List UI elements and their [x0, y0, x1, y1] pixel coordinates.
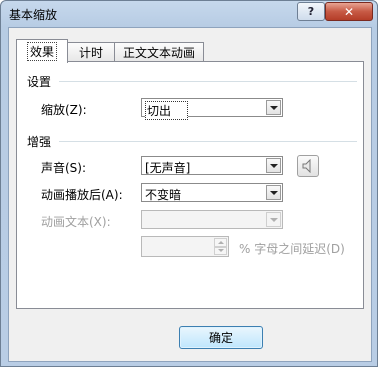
animate-text-select[interactable]: [141, 210, 283, 229]
speaker-glyph: [302, 159, 311, 173]
dialog-window: 基本缩放 ? ✕ 效果 计时 正文文本动画 设置 缩放(Z): 切出 增强 声音…: [0, 0, 378, 367]
chevron-down-icon[interactable]: [266, 212, 281, 227]
help-button[interactable]: ?: [297, 2, 325, 21]
tab-effect-label: 效果: [26, 42, 57, 61]
delay-spinner[interactable]: [141, 236, 229, 257]
settings-divider: [59, 81, 357, 82]
tab-timing[interactable]: 计时: [67, 42, 115, 62]
enhance-group-title: 增强: [27, 135, 52, 149]
dialog-client: 效果 计时 正文文本动画 设置 缩放(Z): 切出 增强 声音(S): [无声音…: [8, 27, 372, 362]
speaker-icon[interactable]: [297, 155, 319, 177]
zoom-label: 缩放(Z):: [41, 103, 87, 117]
close-button[interactable]: ✕: [325, 2, 373, 21]
tab-text-animation[interactable]: 正文文本动画: [114, 42, 204, 62]
zoom-select-value: 切出: [145, 101, 189, 120]
chevron-down-icon[interactable]: [266, 100, 281, 115]
ok-button[interactable]: 确定: [179, 326, 263, 349]
animate-text-label: 动画文本(X):: [41, 215, 111, 229]
enhance-divider: [59, 141, 357, 142]
chevron-down-icon[interactable]: [266, 158, 281, 173]
spin-down-icon[interactable]: [214, 246, 227, 255]
window-title: 基本缩放: [9, 8, 58, 22]
zoom-select[interactable]: 切出: [141, 98, 283, 120]
after-animation-value: 不变暗: [145, 188, 182, 202]
tab-effect[interactable]: 效果: [16, 39, 68, 63]
sound-select-value: [无声音]: [145, 161, 191, 175]
spin-up-icon[interactable]: [214, 238, 227, 247]
tab-text-animation-label: 正文文本动画: [122, 46, 195, 60]
chevron-down-icon[interactable]: [266, 185, 281, 200]
delay-label: % 字母之间延迟(D): [239, 242, 345, 256]
after-animation-label: 动画播放后(A):: [41, 188, 123, 202]
sound-select[interactable]: [无声音]: [141, 156, 283, 175]
tab-timing-label: 计时: [78, 46, 103, 60]
settings-group-title: 设置: [27, 75, 52, 89]
after-animation-select[interactable]: 不变暗: [141, 183, 283, 202]
sound-label: 声音(S):: [41, 161, 87, 175]
tab-panel-effect: 设置 缩放(Z): 切出 增强 声音(S): [无声音] 动画播放后(A): 不…: [16, 61, 364, 309]
